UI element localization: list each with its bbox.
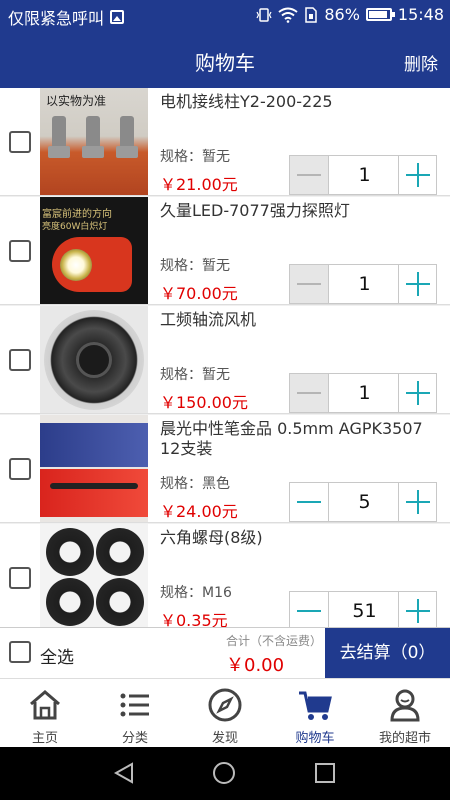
checkout-bar: 全选 合计（不含运费） ￥0.00 去结算（0） — [0, 627, 450, 679]
product-image[interactable] — [40, 415, 148, 522]
product-price: ￥0.35元 — [160, 611, 228, 627]
tab-discover[interactable]: 发现 — [180, 679, 270, 747]
quantity-stepper: 1 — [289, 264, 437, 304]
item-checkbox[interactable] — [9, 567, 31, 589]
product-spec: 规格：M16 — [160, 585, 232, 601]
product-price: ￥24.00元 — [160, 502, 238, 521]
page-title: 购物车 — [195, 51, 255, 75]
product-image[interactable]: 以实物为准 — [40, 88, 148, 195]
title-bar: 购物车 删除 — [0, 31, 450, 88]
product-name[interactable]: 工频轴流风机 — [160, 310, 445, 330]
status-bar: 仅限紧急呼叫 86% 15:48 — [0, 0, 450, 31]
list-icon — [120, 693, 149, 717]
tab-cart[interactable]: 购物车 — [270, 679, 360, 747]
item-checkbox[interactable] — [9, 458, 31, 480]
product-price: ￥150.00元 — [160, 393, 248, 412]
compass-icon — [208, 688, 242, 722]
product-name[interactable]: 晨光中性笔金品 0.5mm AGPK3507 12支装 — [160, 419, 445, 459]
carrier-text: 仅限紧急呼叫 — [8, 9, 105, 28]
quantity-value[interactable]: 1 — [328, 265, 400, 303]
cart-item: 以实物为准 电机接线柱Y2-200-225 规格：暂无 ￥21.00元 1 — [0, 88, 450, 196]
plus-icon[interactable] — [398, 265, 436, 303]
cart-item: 工频轴流风机 规格：暂无 ￥150.00元 1 — [0, 306, 450, 414]
product-image[interactable] — [40, 306, 148, 413]
cart-list[interactable]: 以实物为准 电机接线柱Y2-200-225 规格：暂无 ￥21.00元 1 富宸… — [0, 88, 450, 627]
plus-icon[interactable] — [398, 592, 436, 627]
minus-icon[interactable] — [290, 156, 328, 194]
quantity-value[interactable]: 5 — [328, 483, 400, 521]
recents-icon[interactable] — [313, 761, 337, 785]
product-name[interactable]: 久量LED-7077强力探照灯 — [160, 201, 445, 221]
vibrate-icon — [256, 7, 272, 22]
plus-icon[interactable] — [398, 156, 436, 194]
tab-label: 主页 — [31, 731, 58, 746]
tab-label: 分类 — [121, 731, 148, 746]
product-spec: 规格：暂无 — [160, 367, 230, 383]
sim-icon — [305, 6, 318, 23]
user-icon — [390, 689, 420, 722]
cart-item: 富宸前进的方向 亮度60W白炽灯 久量LED-7077强力探照灯 规格：暂无 ￥… — [0, 197, 450, 305]
image-caption: 以实物为准 — [46, 94, 107, 108]
quantity-value[interactable]: 51 — [328, 592, 400, 627]
product-image[interactable] — [40, 524, 148, 627]
product-name[interactable]: 六角螺母(8级) — [160, 528, 445, 548]
product-image[interactable]: 富宸前进的方向 亮度60W白炽灯 — [40, 197, 148, 304]
quantity-stepper: 51 — [289, 591, 437, 627]
quantity-stepper: 1 — [289, 155, 437, 195]
minus-icon[interactable] — [290, 483, 328, 521]
checkout-button[interactable]: 去结算（0） — [325, 628, 450, 679]
bottom-tab-bar: 主页 分类 发现 购物车 我的超市 — [0, 678, 450, 747]
product-name[interactable]: 电机接线柱Y2-200-225 — [160, 92, 445, 112]
product-spec: 规格：暂无 — [160, 149, 230, 165]
quantity-value[interactable]: 1 — [328, 374, 400, 412]
clock: 15:48 — [397, 5, 444, 24]
delete-button[interactable]: 删除 — [404, 50, 438, 75]
wifi-icon — [278, 7, 298, 23]
back-icon[interactable] — [112, 761, 136, 785]
home-circle-icon[interactable] — [212, 761, 236, 785]
battery-percent: 86% — [324, 5, 360, 24]
select-all-label[interactable]: 全选 — [40, 643, 74, 668]
tab-home[interactable]: 主页 — [0, 679, 90, 747]
plus-icon[interactable] — [398, 374, 436, 412]
minus-icon[interactable] — [290, 374, 328, 412]
cart-icon — [299, 691, 332, 720]
quantity-stepper: 1 — [289, 373, 437, 413]
image-caption: 亮度60W白炽灯 — [42, 222, 108, 232]
item-checkbox[interactable] — [9, 240, 31, 262]
select-all-checkbox[interactable] — [9, 641, 31, 663]
tab-my-market[interactable]: 我的超市 — [360, 679, 450, 747]
product-spec: 规格：黑色 — [160, 476, 230, 492]
image-notification-icon — [110, 10, 125, 24]
image-caption: 富宸前进的方向 — [42, 209, 112, 220]
system-nav-bar — [0, 747, 450, 800]
total-label: 合计（不含运费） — [226, 634, 323, 648]
tab-label: 发现 — [211, 731, 238, 746]
plus-icon[interactable] — [398, 483, 436, 521]
quantity-value[interactable]: 1 — [328, 156, 400, 194]
product-spec: 规格：暂无 — [160, 258, 230, 274]
product-price: ￥70.00元 — [160, 284, 238, 303]
minus-icon[interactable] — [290, 592, 328, 627]
quantity-stepper: 5 — [289, 482, 437, 522]
tab-label: 购物车 — [295, 731, 335, 746]
cart-item: 六角螺母(8级) 规格：M16 ￥0.35元 51 — [0, 524, 450, 627]
minus-icon[interactable] — [290, 265, 328, 303]
tab-label: 我的超市 — [378, 731, 431, 746]
battery-icon — [365, 8, 395, 21]
product-price: ￥21.00元 — [160, 175, 238, 194]
tab-category[interactable]: 分类 — [90, 679, 180, 747]
item-checkbox[interactable] — [9, 349, 31, 371]
total-value: ￥0.00 — [226, 655, 285, 676]
home-icon — [30, 690, 60, 720]
cart-item: 晨光中性笔金品 0.5mm AGPK3507 12支装 规格：黑色 ￥24.00… — [0, 415, 450, 523]
item-checkbox[interactable] — [9, 131, 31, 153]
